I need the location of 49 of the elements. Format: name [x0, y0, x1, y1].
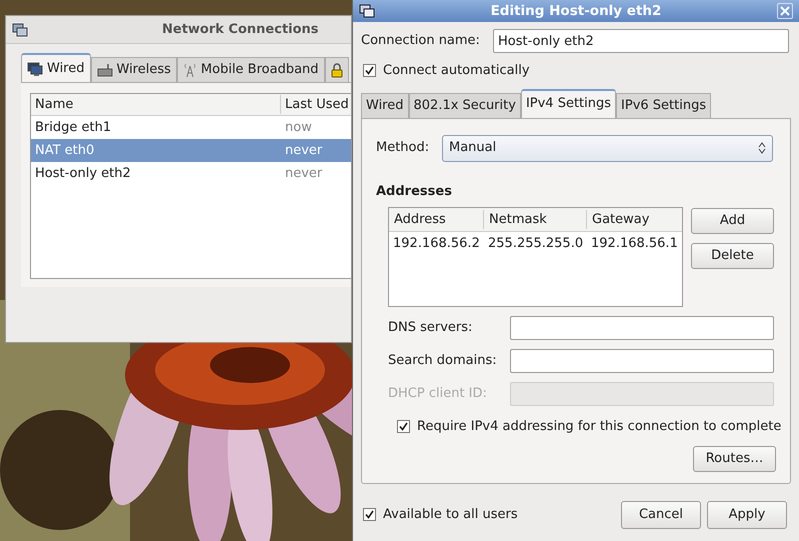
tab[interactable]: 802.1x Security: [408, 92, 521, 118]
lock-icon: [330, 62, 343, 78]
tab[interactable]: IPv4 Settings: [520, 88, 616, 118]
tab[interactable]: Wired: [21, 53, 90, 82]
cancel-button[interactable]: Cancel: [621, 500, 701, 528]
tab[interactable]: [324, 57, 349, 82]
table-cell-text: 192.168.56.2: [392, 235, 481, 254]
field-label: Method:: [376, 139, 430, 158]
list-row[interactable]: Bridge eth1 now: [31, 116, 351, 139]
window-title: Editing Host-only eth2: [490, 2, 662, 21]
updown-icon: [758, 142, 766, 154]
checkbox-label: Connect automatically: [383, 62, 530, 80]
add-button[interactable]: Add: [691, 208, 774, 234]
field-label: Search domains:: [388, 352, 498, 370]
tab[interactable]: Wireless: [90, 57, 177, 82]
table-cell-text: 255.255.255.0: [487, 235, 584, 254]
field-label: DHCP client ID:: [388, 385, 488, 404]
column-header[interactable]: Address: [389, 210, 484, 230]
column-header[interactable]: Name: [31, 94, 281, 114]
tab[interactable]: IPv6 Settings: [616, 92, 712, 118]
field-label: DNS servers:: [388, 319, 474, 338]
monitor-icon: [27, 62, 43, 76]
checkbox[interactable]: [363, 508, 376, 521]
routes-button[interactable]: Routes…: [693, 446, 776, 472]
checkbox[interactable]: [363, 64, 376, 78]
checkbox-label: Require IPv4 addressing for this connection to complete: [417, 418, 782, 436]
table-cell-text: 192.168.56.1: [590, 235, 678, 254]
field-label: Connection name:: [361, 32, 481, 50]
network-icon: [12, 22, 28, 36]
tab[interactable]: Wired: [361, 92, 408, 118]
checkbox[interactable]: [397, 420, 410, 434]
column-header[interactable]: Netmask: [484, 210, 587, 230]
window-title: Network Connections: [162, 20, 319, 39]
network-icon: [359, 4, 375, 18]
tab[interactable]: Mobile Broadband: [176, 57, 325, 82]
close-button[interactable]: [777, 3, 793, 19]
apply-button[interactable]: Apply: [707, 500, 787, 528]
text-field[interactable]: [510, 349, 774, 373]
text-field[interactable]: [510, 316, 774, 340]
column-header[interactable]: Gateway: [587, 210, 650, 230]
method-dropdown[interactable]: Manual: [442, 134, 773, 162]
connection-name-field[interactable]: Host-only eth2: [493, 29, 789, 53]
antenna-icon: [182, 62, 197, 78]
checkbox-label: Available to all users: [383, 506, 518, 524]
column-header[interactable]: Last Used: [281, 94, 349, 114]
delete-button[interactable]: Delete: [691, 243, 774, 269]
list-row[interactable]: Host-only eth2 never: [31, 162, 351, 185]
section-heading: Addresses: [376, 182, 453, 200]
device-icon: [96, 63, 112, 77]
